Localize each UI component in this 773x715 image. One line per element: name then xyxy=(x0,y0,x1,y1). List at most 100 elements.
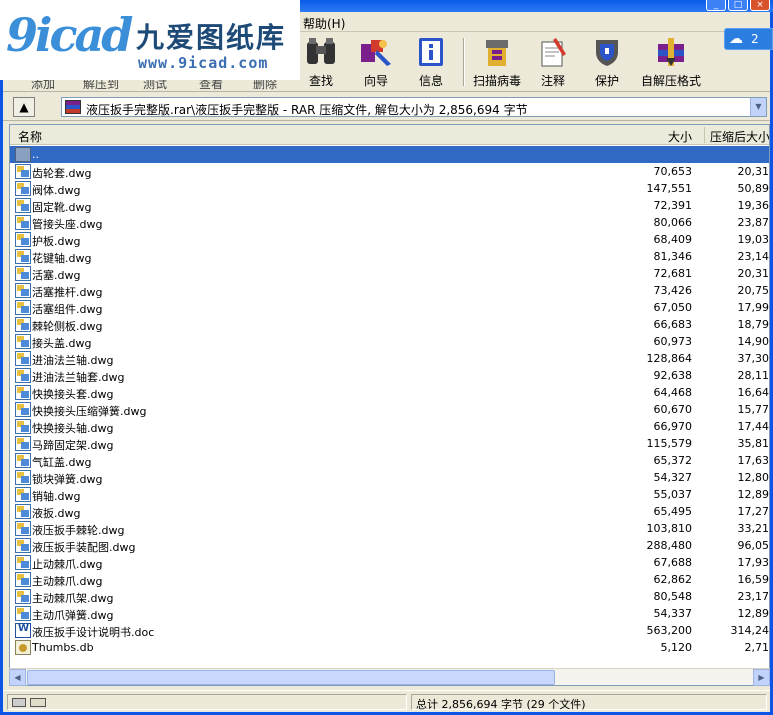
table-row[interactable]: 主动棘爪.dwg 62,862 16,591 xyxy=(10,571,769,588)
file-size: 5,120 xyxy=(660,641,693,654)
wizard-button[interactable]: 向导 xyxy=(348,36,404,90)
scroll-left-button[interactable]: ◀ xyxy=(9,669,26,686)
file-size: 147,551 xyxy=(646,182,693,195)
virus-scan-button[interactable]: 扫描病毒 xyxy=(469,36,525,90)
file-size: 66,970 xyxy=(653,420,693,433)
file-packed: 35,815 xyxy=(737,437,770,450)
table-row[interactable]: 快换接头轴.dwg 66,970 17,449 xyxy=(10,418,769,435)
file-list[interactable]: 名称 大小 压缩后大小 .. 齿轮套.dwg 70,653 20,318 阀体.dwg 1… xyxy=(9,124,770,686)
table-row[interactable]: 马蹄固定架.dwg 115,579 35,815 xyxy=(10,435,770,452)
site-logo-overlay: 9icad 九爱图纸库 www.9icad.com xyxy=(0,0,300,80)
table-row[interactable]: 活塞.dwg 72,681 20,310 xyxy=(10,265,770,282)
file-name: 齿轮套.dwg xyxy=(32,167,92,180)
table-row[interactable]: 花键轴.dwg 81,346 23,145 xyxy=(10,248,769,265)
table-row[interactable]: 齿轮套.dwg 70,653 20,318 xyxy=(10,163,769,180)
binoculars-icon xyxy=(304,36,338,68)
protect-button[interactable]: 保护 xyxy=(579,36,635,90)
table-row[interactable]: 棘轮侧板.dwg 66,683 18,792 xyxy=(10,316,770,333)
comment-button[interactable]: 注释 xyxy=(525,36,581,90)
comment-icon xyxy=(536,36,570,68)
file-name: 快换接头压缩弹簧.dwg xyxy=(32,405,147,418)
table-row[interactable]: 管接头座.dwg 80,066 23,871 xyxy=(10,214,769,231)
column-header-packed[interactable]: 压缩后大小 xyxy=(710,128,769,145)
close-button[interactable]: × xyxy=(750,0,770,11)
file-name: 活塞.dwg xyxy=(32,269,81,282)
table-row[interactable]: 接头盖.dwg 60,973 14,902 xyxy=(10,333,769,350)
dwg-file-icon xyxy=(15,334,31,349)
file-packed: 17,639 xyxy=(737,454,770,467)
file-packed: 20,310 xyxy=(737,267,770,280)
floating-widget[interactable]: ☁ 2 xyxy=(724,28,773,50)
table-row[interactable]: 进油法兰轴.dwg 128,864 37,301 xyxy=(10,350,769,367)
file-name: 活塞组件.dwg xyxy=(32,303,103,316)
address-combo[interactable]: 液压扳手完整版.rar\液压扳手完整版 - RAR 压缩文件, 解包大小为 2,… xyxy=(61,97,767,117)
table-row[interactable]: 气缸盖.dwg 65,372 17,639 xyxy=(10,452,770,469)
info-button[interactable]: 信息 xyxy=(403,36,459,90)
table-row[interactable]: 液扳.dwg 65,495 17,273 xyxy=(10,503,769,520)
table-row[interactable]: 销轴.dwg 55,037 12,891 xyxy=(10,486,769,503)
table-row[interactable]: Thumbs.db 5,120 2,715 xyxy=(10,639,769,656)
dwg-file-icon xyxy=(15,538,31,553)
status-bar: 总计 2,856,694 字节 (29 个文件) xyxy=(3,690,770,712)
menu-help[interactable]: 帮助(H) xyxy=(303,15,345,32)
wizard-label: 向导 xyxy=(363,74,388,88)
find-label: 查找 xyxy=(308,74,333,88)
file-size: 80,066 xyxy=(653,216,693,229)
file-size: 80,548 xyxy=(653,590,693,603)
file-size: 54,337 xyxy=(653,607,693,620)
table-row[interactable]: 主动棘爪架.dwg 80,548 23,179 xyxy=(10,588,769,605)
table-row[interactable]: 进油法兰轴套.dwg 92,638 28,117 xyxy=(10,367,769,384)
status-right-pane: 总计 2,856,694 字节 (29 个文件) xyxy=(411,694,767,711)
dwg-file-icon xyxy=(15,419,31,434)
find-button[interactable]: 查找 xyxy=(293,36,349,90)
drive-icon[interactable] xyxy=(12,698,26,707)
dwg-file-icon xyxy=(15,606,31,621)
rar-archive-icon xyxy=(65,100,81,114)
maximize-button[interactable]: □ xyxy=(728,0,748,11)
dwg-file-icon xyxy=(15,317,31,332)
table-row[interactable]: .. xyxy=(10,146,769,163)
file-name: 液压扳手设计说明书.doc xyxy=(32,626,155,639)
file-size: 563,200 xyxy=(646,624,693,637)
file-name: 快换接头套.dwg xyxy=(32,388,114,401)
table-row[interactable]: 阀体.dwg 147,551 50,895 xyxy=(10,180,769,197)
table-row[interactable]: 快换接头压缩弹簧.dwg 60,670 15,770 xyxy=(10,401,769,418)
column-header-size[interactable]: 大小 xyxy=(590,128,692,145)
comment-label: 注释 xyxy=(540,74,565,88)
file-name: 气缸盖.dwg xyxy=(32,456,92,469)
file-packed: 18,792 xyxy=(737,318,770,331)
dwg-file-icon xyxy=(15,521,31,536)
dwg-file-icon xyxy=(15,232,31,247)
protect-label: 保护 xyxy=(594,74,619,88)
table-row[interactable]: 固定靴.dwg 72,391 19,368 xyxy=(10,197,769,214)
scroll-right-button[interactable]: ▶ xyxy=(753,669,770,686)
key-icon[interactable] xyxy=(30,698,46,707)
up-arrow-icon: ▲ xyxy=(19,100,29,114)
address-dropdown-button[interactable]: ▼ xyxy=(750,98,766,116)
table-row[interactable]: 液压扳手设计说明书.doc 563,200 314,241 xyxy=(10,622,770,639)
virus-scan-icon xyxy=(480,36,514,68)
table-row[interactable]: 活塞推杆.dwg 73,426 20,757 xyxy=(10,282,770,299)
horizontal-scrollbar[interactable]: ◀ ▶ xyxy=(9,668,770,686)
sfx-button[interactable]: 自解压格式 xyxy=(641,36,701,90)
column-header-name[interactable]: 名称 xyxy=(18,128,42,145)
table-row[interactable]: 主动爪弹簧.dwg 54,337 12,893 xyxy=(10,605,770,622)
up-folder-button[interactable]: ▲ xyxy=(13,97,35,117)
file-packed: 20,757 xyxy=(737,284,770,297)
file-size: 67,050 xyxy=(653,301,693,314)
table-row[interactable]: 液压扳手棘轮.dwg 103,810 33,211 xyxy=(10,520,769,537)
status-left-pane xyxy=(7,694,407,710)
minimize-button[interactable]: _ xyxy=(706,0,726,11)
file-packed: 314,241 xyxy=(730,624,770,637)
table-row[interactable]: 液压扳手装配图.dwg 288,480 96,051 xyxy=(10,537,769,554)
table-row[interactable]: 锁块弹簧.dwg 54,327 12,802 xyxy=(10,469,769,486)
file-name: 主动爪弹簧.dwg xyxy=(32,609,114,622)
table-row[interactable]: 快换接头套.dwg 64,468 16,644 xyxy=(10,384,769,401)
table-row[interactable]: 活塞组件.dwg 67,050 17,994 xyxy=(10,299,769,316)
scroll-thumb[interactable] xyxy=(27,670,555,685)
table-row[interactable]: 护板.dwg 68,409 19,037 xyxy=(10,231,769,248)
file-packed: 12,893 xyxy=(737,607,770,620)
table-row[interactable]: 止动棘爪.dwg 67,688 17,932 xyxy=(10,554,769,571)
file-name: 销轴.dwg xyxy=(32,490,81,503)
dwg-file-icon xyxy=(15,249,31,264)
